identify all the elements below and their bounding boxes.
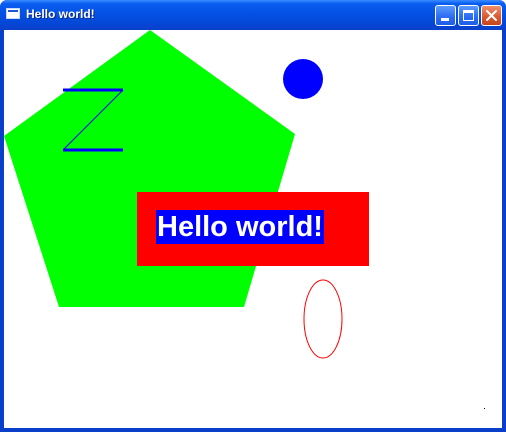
red-ellipse-outline bbox=[303, 279, 343, 359]
window-title: Hello world! bbox=[26, 7, 95, 21]
minimize-button[interactable] bbox=[435, 5, 456, 26]
close-button[interactable] bbox=[481, 5, 502, 26]
minimize-icon bbox=[441, 18, 449, 21]
hello-world-label: Hello world! bbox=[156, 210, 324, 244]
drawing-area: Hello world! bbox=[4, 30, 502, 428]
title-bar[interactable]: Hello world! bbox=[0, 0, 506, 30]
stray-pixel bbox=[484, 408, 485, 409]
window-icon[interactable] bbox=[6, 8, 20, 19]
close-icon bbox=[486, 10, 497, 21]
app-window: Hello world! Hello world! bbox=[0, 0, 506, 432]
maximize-button[interactable] bbox=[458, 5, 479, 26]
blue-circle bbox=[283, 59, 323, 99]
maximize-icon bbox=[463, 10, 474, 21]
